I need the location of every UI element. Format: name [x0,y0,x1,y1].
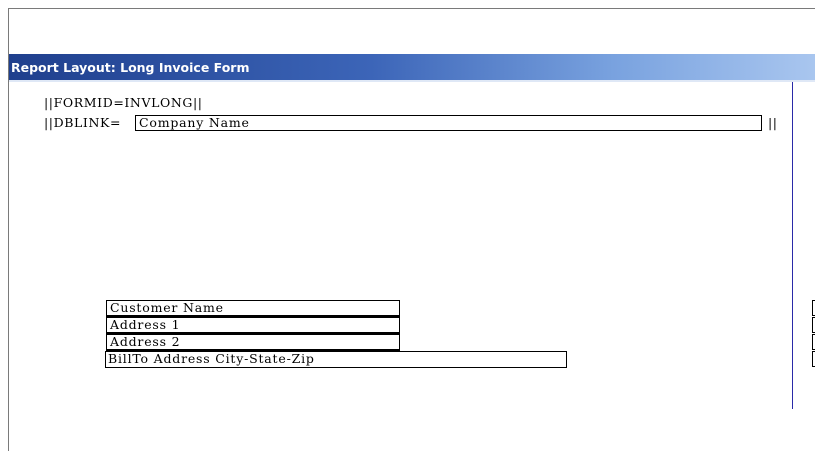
report-layout-canvas[interactable]: ||FORMID=INVLONG|| ||DBLINK= Company Nam… [0,0,815,451]
formid-tag[interactable]: ||FORMID=INVLONG|| [44,96,203,110]
address2-field[interactable]: Address 2 [106,334,400,351]
billto-city-state-zip-field[interactable]: BillTo Address City-State-Zip [105,351,567,368]
dblink-suffix: || [768,115,778,130]
customer-name-field[interactable]: Customer Name [106,300,400,317]
address1-field[interactable]: Address 1 [106,317,400,334]
dblink-prefix: ||DBLINK= [44,115,122,130]
company-name-field[interactable]: Company Name [135,115,762,131]
